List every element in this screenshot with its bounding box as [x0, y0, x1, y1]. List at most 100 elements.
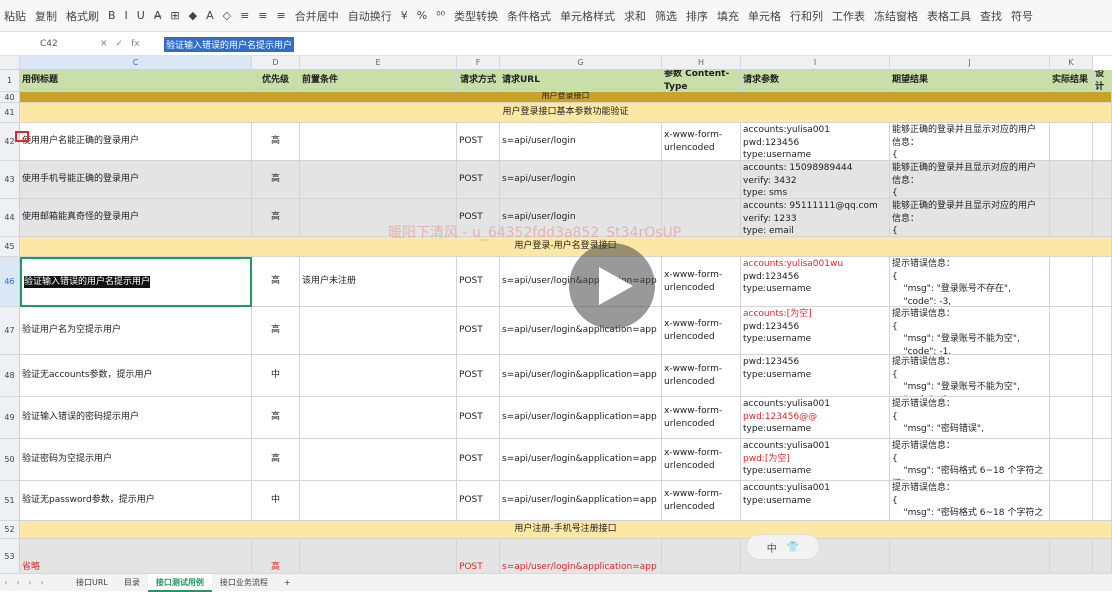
method-cell[interactable]: POST — [457, 539, 500, 573]
method-cell[interactable]: POST — [457, 397, 500, 439]
precondition-cell[interactable] — [300, 307, 457, 355]
play-button[interactable] — [569, 243, 655, 329]
params-cell[interactable]: accounts:yulisa001 pwd:123456@@ type:usern… — [741, 397, 890, 439]
precondition-cell[interactable] — [300, 355, 457, 397]
row-number[interactable]: 43 — [0, 161, 20, 199]
wrap-button[interactable]: 自动换行 — [348, 8, 392, 24]
expected-cell[interactable]: 提示错误信息： { "msg": "登录账号不存在", "code": -3, — [890, 257, 1050, 307]
next-sheet-icon[interactable]: › — [24, 578, 36, 587]
method-cell[interactable]: POST — [457, 199, 500, 237]
method-cell[interactable]: POST — [457, 123, 500, 161]
sheet-tab[interactable]: 目录 — [116, 574, 148, 592]
align-center-button[interactable]: ≡ — [258, 9, 267, 22]
url-cell[interactable]: s=api/user/login&application=app — [500, 355, 662, 397]
copy-button[interactable]: 复制 — [35, 8, 57, 24]
title-cell[interactable]: 使用邮箱能真奇怪的登录用户 — [20, 199, 252, 237]
column-header-d[interactable]: D — [252, 56, 300, 70]
priority-cell[interactable]: 高 — [252, 397, 300, 439]
priority-cell[interactable]: 高 — [252, 123, 300, 161]
actual-cell[interactable] — [1050, 397, 1093, 439]
currency-button[interactable]: ¥ — [401, 9, 408, 22]
title-cell[interactable]: 验证用户名为空提示用户 — [20, 307, 252, 355]
fill-button[interactable]: 填充 — [717, 8, 739, 24]
design-cell[interactable] — [1093, 539, 1112, 573]
content-type-cell[interactable]: x-www-form-urlencoded — [662, 397, 741, 439]
method-cell[interactable]: POST — [457, 161, 500, 199]
url-cell[interactable]: s=api/user/login — [500, 161, 662, 199]
prev-sheet-icon[interactable]: ‹ — [12, 578, 24, 587]
header-cell[interactable]: 优先级 — [252, 70, 300, 92]
expected-cell[interactable] — [890, 539, 1050, 573]
title-cell[interactable]: 使用用户名能正确的登录用户 — [20, 123, 252, 161]
confirm-icon[interactable]: ✓ — [116, 39, 124, 49]
content-type-cell[interactable] — [662, 539, 741, 573]
header-cell[interactable]: 设计 — [1093, 70, 1112, 92]
url-cell[interactable]: s=api/user/login — [500, 199, 662, 237]
section-title-cell[interactable]: 用户登录-用户名登录接口 — [20, 237, 1112, 257]
expected-cell[interactable]: 提示错误信息： { "msg": "密码格式 6~18 个字符之 — [890, 481, 1050, 521]
eraser-button[interactable]: ◇ — [223, 9, 231, 22]
row-number[interactable]: 40 — [0, 92, 20, 103]
params-cell[interactable]: accounts:yulisa001 type:username — [741, 481, 890, 521]
section-title-cell[interactable]: 用户登录接口基本参数功能验证 — [20, 103, 1112, 123]
priority-cell[interactable]: 中 — [252, 481, 300, 521]
sheet-tab[interactable]: 接口业务流程 — [212, 574, 276, 592]
strikethrough-button[interactable]: A̶ — [154, 9, 162, 22]
url-cell[interactable]: s=api/user/login — [500, 123, 662, 161]
actual-cell[interactable] — [1050, 123, 1093, 161]
row-number[interactable]: 46 — [0, 257, 20, 307]
merge-button[interactable]: 合并居中 — [295, 8, 339, 24]
row-number[interactable]: 44 — [0, 199, 20, 237]
conditional-format-button[interactable]: 条件格式 — [507, 8, 551, 24]
last-sheet-icon[interactable]: › — [36, 578, 48, 587]
table-tools-button[interactable]: 表格工具 — [927, 8, 971, 24]
params-cell[interactable]: accounts: 95111111@qq.com verify: 1233 typ… — [741, 199, 890, 237]
actual-cell[interactable] — [1050, 439, 1093, 481]
header-cell[interactable]: 前置条件 — [300, 70, 457, 92]
params-cell[interactable]: accounts:yulisa001wu pwd:123456 type:usern… — [741, 257, 890, 307]
design-cell[interactable] — [1093, 257, 1112, 307]
params-cell[interactable]: accounts:yulisa001 pwd:123456 type:usernam… — [741, 123, 890, 161]
header-cell[interactable]: 参数 Content-Type — [662, 70, 741, 92]
expected-cell[interactable]: 能够正确的登录并且显示对应的用户 信息： { — [890, 199, 1050, 237]
actual-cell[interactable] — [1050, 161, 1093, 199]
actual-cell[interactable] — [1050, 481, 1093, 521]
method-cell[interactable]: POST — [457, 355, 500, 397]
precondition-cell[interactable]: 该用户未注册 — [300, 257, 457, 307]
column-header-f[interactable]: F — [457, 56, 500, 70]
row-number[interactable]: 52 — [0, 521, 20, 539]
content-type-cell[interactable] — [662, 161, 741, 199]
row-number[interactable]: 49 — [0, 397, 20, 439]
url-cell[interactable]: s=api/user/login&application=app — [500, 397, 662, 439]
font-color-button[interactable]: A — [206, 9, 214, 22]
title-cell[interactable]: 省略 — [20, 539, 252, 573]
section-title-cell[interactable]: 用户登录接口 — [20, 92, 1112, 103]
design-cell[interactable] — [1093, 161, 1112, 199]
actual-cell[interactable] — [1050, 355, 1093, 397]
bold-button[interactable]: B — [108, 9, 116, 22]
priority-cell[interactable]: 高 — [252, 439, 300, 481]
priority-cell[interactable]: 中 — [252, 355, 300, 397]
sheet-tab[interactable]: 接口测试用例 — [147, 573, 212, 592]
symbol-button[interactable]: 符号 — [1011, 8, 1033, 24]
row-number[interactable]: 48 — [0, 355, 20, 397]
column-header-i[interactable]: I — [741, 56, 890, 70]
priority-cell[interactable]: 高 — [252, 257, 300, 307]
expected-cell[interactable]: 能够正确的登录并且显示对应的用户 信息： { — [890, 123, 1050, 161]
actual-cell[interactable] — [1050, 257, 1093, 307]
column-header-j[interactable]: J — [890, 56, 1050, 70]
expected-cell[interactable]: 提示错误信息：{ "msg": "密码格式 6~18 个字符之间", — [890, 439, 1050, 481]
title-cell[interactable]: 使用手机号能正确的登录用户 — [20, 161, 252, 199]
precondition-cell[interactable] — [300, 397, 457, 439]
header-cell[interactable]: 请求方式 — [457, 70, 500, 92]
expected-cell[interactable]: 提示错误信息： { "msg": "登录账号不能为空", "code": -1, — [890, 307, 1050, 355]
section-title-cell[interactable]: 用户注册-手机号注册接口 — [20, 521, 1112, 539]
formula-input[interactable]: 验证输入错误的用户名提示用户 — [164, 36, 295, 52]
cell-button[interactable]: 单元格 — [748, 8, 781, 24]
sort-button[interactable]: 排序 — [686, 8, 708, 24]
row-number[interactable]: 42 — [0, 123, 20, 161]
paste-button[interactable]: 粘贴 — [4, 8, 26, 24]
row-number[interactable]: 53 — [0, 539, 20, 573]
expected-cell[interactable]: 提示错误信息： { "msg": "密码错误", — [890, 397, 1050, 439]
column-header-c[interactable]: C — [20, 56, 252, 70]
